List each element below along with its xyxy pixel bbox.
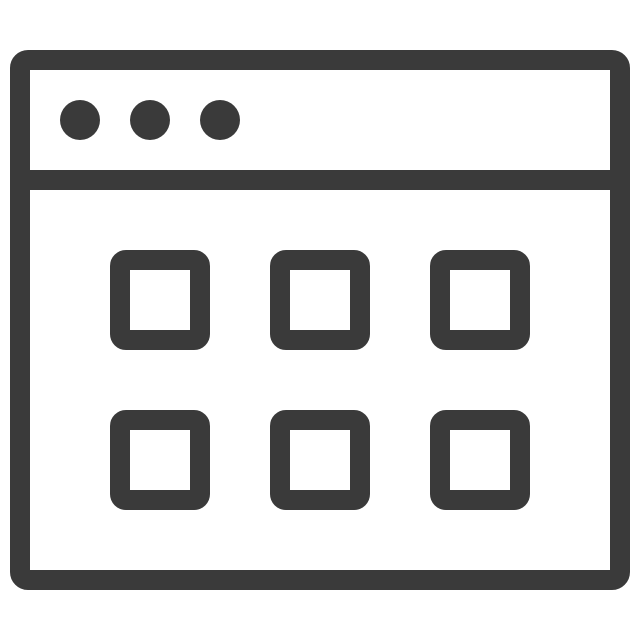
grid-tiles	[110, 250, 530, 510]
title-bar-dots	[60, 100, 240, 140]
grid-tile-3	[430, 250, 530, 350]
grid-tile-6	[430, 410, 530, 510]
icon-canvas	[0, 0, 640, 640]
grid-tile-2	[270, 250, 370, 350]
app-window-grid-icon	[10, 50, 630, 590]
window-dot-2	[130, 100, 170, 140]
window-dot-1	[60, 100, 100, 140]
grid-tile-5	[270, 410, 370, 510]
window-dot-3	[200, 100, 240, 140]
grid-tile-1	[110, 250, 210, 350]
grid-tile-4	[110, 410, 210, 510]
